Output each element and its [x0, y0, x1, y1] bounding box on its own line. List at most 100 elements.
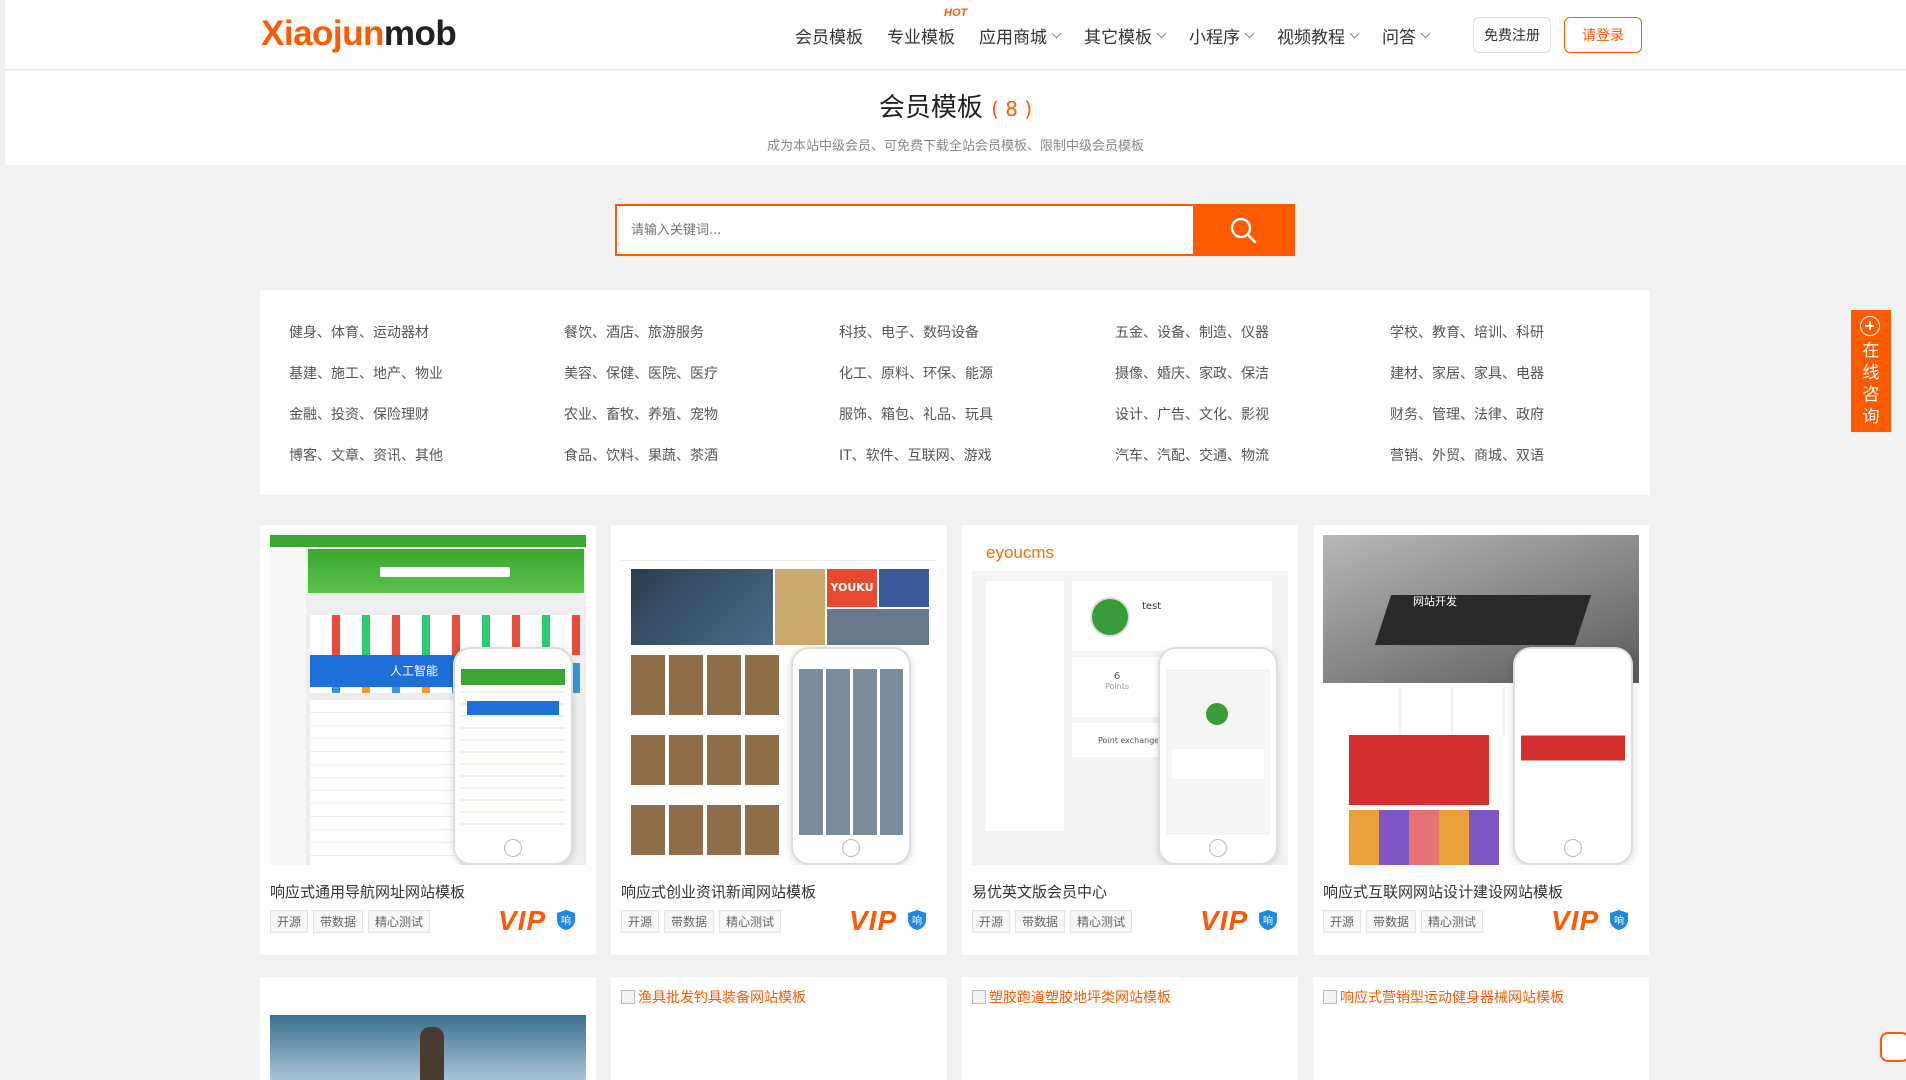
nav-label: 视频教程 [1277, 27, 1345, 48]
site-logo[interactable]: Xiaojunmob [261, 14, 457, 54]
template-card[interactable]: 人工智能 响应式通用导航网址网站模板 开源 带数据 精心测试 VIP 响 [260, 525, 596, 955]
broken-image-icon [621, 990, 635, 1004]
nav-label: 应用商城 [979, 27, 1047, 48]
template-title[interactable]: 易优英文版会员中心 [972, 881, 1107, 902]
hot-badge: HOT [944, 6, 968, 19]
nav-other-templates[interactable]: 其它模板 [1084, 23, 1167, 48]
category-link[interactable]: 设计、广告、文化、影视 [1115, 404, 1269, 424]
broken-image-alt: 渔具批发钓具装备网站模板 [638, 990, 806, 1006]
chevron-down-icon [1420, 28, 1431, 38]
category-link[interactable]: 美容、保健、医院、医疗 [564, 363, 718, 383]
login-button[interactable]: 请登录 [1564, 17, 1642, 53]
category-link[interactable]: 博客、文章、资讯、其他 [289, 445, 443, 465]
register-button[interactable]: 免费注册 [1473, 17, 1551, 53]
category-link[interactable]: 农业、畜牧、养殖、宠物 [564, 404, 718, 424]
broken-image-icon [1323, 990, 1337, 1004]
template-card[interactable]: eyoucms test 6 Points Point exchange 易优英… [962, 525, 1298, 955]
chevron-down-icon [1051, 28, 1062, 38]
template-thumbnail[interactable]: eyoucms test 6 Points Point exchange [972, 535, 1288, 865]
thumb-points: 6 [1113, 671, 1121, 682]
template-card[interactable]: 渔具批发钓具装备网站模板 [611, 977, 947, 1080]
category-link[interactable]: 科技、电子、数码设备 [839, 322, 979, 342]
main-nav: 会员模板 专业模板 HOT 应用商城 其它模板 小程序 视频教程 问答 [795, 0, 1453, 70]
nav-label: 专业模板 [887, 27, 955, 48]
template-card[interactable]: YOUKU 响应式创业资讯新闻网站模板 开源 带数据 精心测试 VIP 响 [611, 525, 947, 955]
broken-image-link[interactable]: 响应式营销型运动健身器械网站模板 [1323, 987, 1564, 1007]
tag-list: 开源 带数据 精心测试 [1323, 910, 1488, 933]
category-link[interactable]: 基建、施工、地产、物业 [289, 363, 443, 383]
category-link[interactable]: 营销、外贸、商城、双语 [1390, 445, 1544, 465]
vip-badge: VIP [1200, 905, 1249, 936]
category-panel: 健身、体育、运动器材 餐饮、酒店、旅游服务 科技、电子、数码设备 五金、设备、制… [260, 290, 1650, 495]
nav-mini-program[interactable]: 小程序 [1189, 23, 1255, 48]
nav-label: 小程序 [1189, 27, 1240, 48]
category-link[interactable]: IT、软件、互联网、游戏 [839, 445, 992, 465]
category-link[interactable]: 五金、设备、制造、仪器 [1115, 322, 1269, 342]
tag: 带数据 [1015, 910, 1066, 933]
header: Xiaojunmob 会员模板 专业模板 HOT 应用商城 其它模板 小程序 视频… [5, 0, 1906, 70]
tag: 开源 [270, 910, 309, 933]
broken-image-link[interactable]: 塑胶跑道塑胶地坪类网站模板 [972, 987, 1171, 1007]
page-title-text: 会员模板 [878, 93, 983, 123]
nav-member-templates[interactable]: 会员模板 [795, 23, 863, 48]
search-icon [1230, 217, 1257, 244]
tag: 精心测试 [1070, 910, 1133, 933]
nav-video-tutorials[interactable]: 视频教程 [1277, 23, 1360, 48]
consult-label: 在线咨询 [1862, 341, 1880, 427]
mobile-preview [453, 647, 573, 865]
tag-list: 开源 带数据 精心测试 [972, 910, 1137, 933]
template-card[interactable]: 塑胶跑道塑胶地坪类网站模板 [962, 977, 1298, 1080]
category-link[interactable]: 健身、体育、运动器材 [289, 322, 429, 342]
template-thumbnail[interactable] [270, 987, 586, 1080]
logo-text-dark: mob [383, 14, 457, 53]
responsive-badge-text: 响 [561, 914, 571, 927]
tag: 开源 [621, 910, 660, 933]
tag: 开源 [1323, 910, 1362, 933]
search-input[interactable] [617, 206, 1193, 254]
thumb-banner: 网站开发 [1413, 595, 1457, 608]
online-consult-button[interactable]: 在线咨询 [1851, 310, 1891, 432]
vip-badge: VIP [849, 905, 898, 936]
nav-app-store[interactable]: 应用商城 [979, 23, 1062, 48]
responsive-badge-text: 响 [1614, 914, 1624, 927]
template-thumbnail[interactable]: 人工智能 [270, 535, 586, 865]
template-thumbnail[interactable]: 网站开发 [1323, 535, 1639, 865]
template-title[interactable]: 响应式创业资讯新闻网站模板 [621, 881, 816, 902]
template-title[interactable]: 响应式互联网网站设计建设网站模板 [1323, 881, 1563, 902]
logo-text-orange: Xiaojun [261, 14, 384, 53]
mobile-preview [1158, 647, 1278, 865]
category-link[interactable]: 汽车、汽配、交通、物流 [1115, 445, 1269, 465]
category-link[interactable]: 餐饮、酒店、旅游服务 [564, 322, 704, 342]
tag-list: 开源 带数据 精心测试 [621, 910, 786, 933]
nav-pro-templates[interactable]: 专业模板 HOT [887, 7, 967, 48]
search-bar [615, 204, 1295, 256]
chevron-down-icon [1244, 28, 1255, 38]
category-link[interactable]: 摄像、婚庆、家政、保洁 [1115, 363, 1269, 383]
page-subtitle: 成为本站中级会员、可免费下载全站会员模板、限制中级会员模板 [766, 139, 1144, 154]
category-link[interactable]: 学校、教育、培训、科研 [1390, 322, 1544, 342]
category-link[interactable]: 服饰、箱包、礼品、玩具 [839, 404, 993, 424]
template-card[interactable]: 网站开发 响应式互联网网站设计建设网站模板 开源 带数据 精心测试 VIP 响 [1313, 525, 1649, 955]
plus-icon [1860, 316, 1880, 336]
category-link[interactable]: 建材、家居、家具、电器 [1390, 363, 1544, 383]
nav-qa[interactable]: 问答 [1382, 23, 1431, 48]
category-link[interactable]: 食品、饮料、果蔬、茶酒 [564, 445, 718, 465]
category-link[interactable]: 金融、投资、保险理财 [289, 404, 429, 424]
template-thumbnail[interactable]: YOUKU [621, 535, 937, 865]
category-link[interactable]: 财务、管理、法律、政府 [1390, 404, 1544, 424]
thumb-points-label: Points [1104, 682, 1130, 691]
mobile-preview [791, 647, 911, 865]
chat-icon[interactable] [1880, 1032, 1906, 1062]
nav-label: 其它模板 [1084, 27, 1152, 48]
template-card[interactable] [260, 977, 596, 1080]
vip-badge: VIP [498, 905, 547, 936]
broken-image-alt: 塑胶跑道塑胶地坪类网站模板 [989, 990, 1171, 1006]
template-title[interactable]: 响应式通用导航网址网站模板 [270, 881, 465, 902]
vip-badge: VIP [1551, 905, 1600, 936]
broken-image-link[interactable]: 渔具批发钓具装备网站模板 [621, 987, 806, 1007]
category-link[interactable]: 化工、原料、环保、能源 [839, 363, 993, 383]
page-title: 会员模板 ( 8 ) [5, 87, 1906, 124]
tag: 精心测试 [1421, 910, 1484, 933]
template-card[interactable]: 响应式营销型运动健身器械网站模板 [1313, 977, 1649, 1080]
search-button[interactable] [1193, 206, 1293, 254]
